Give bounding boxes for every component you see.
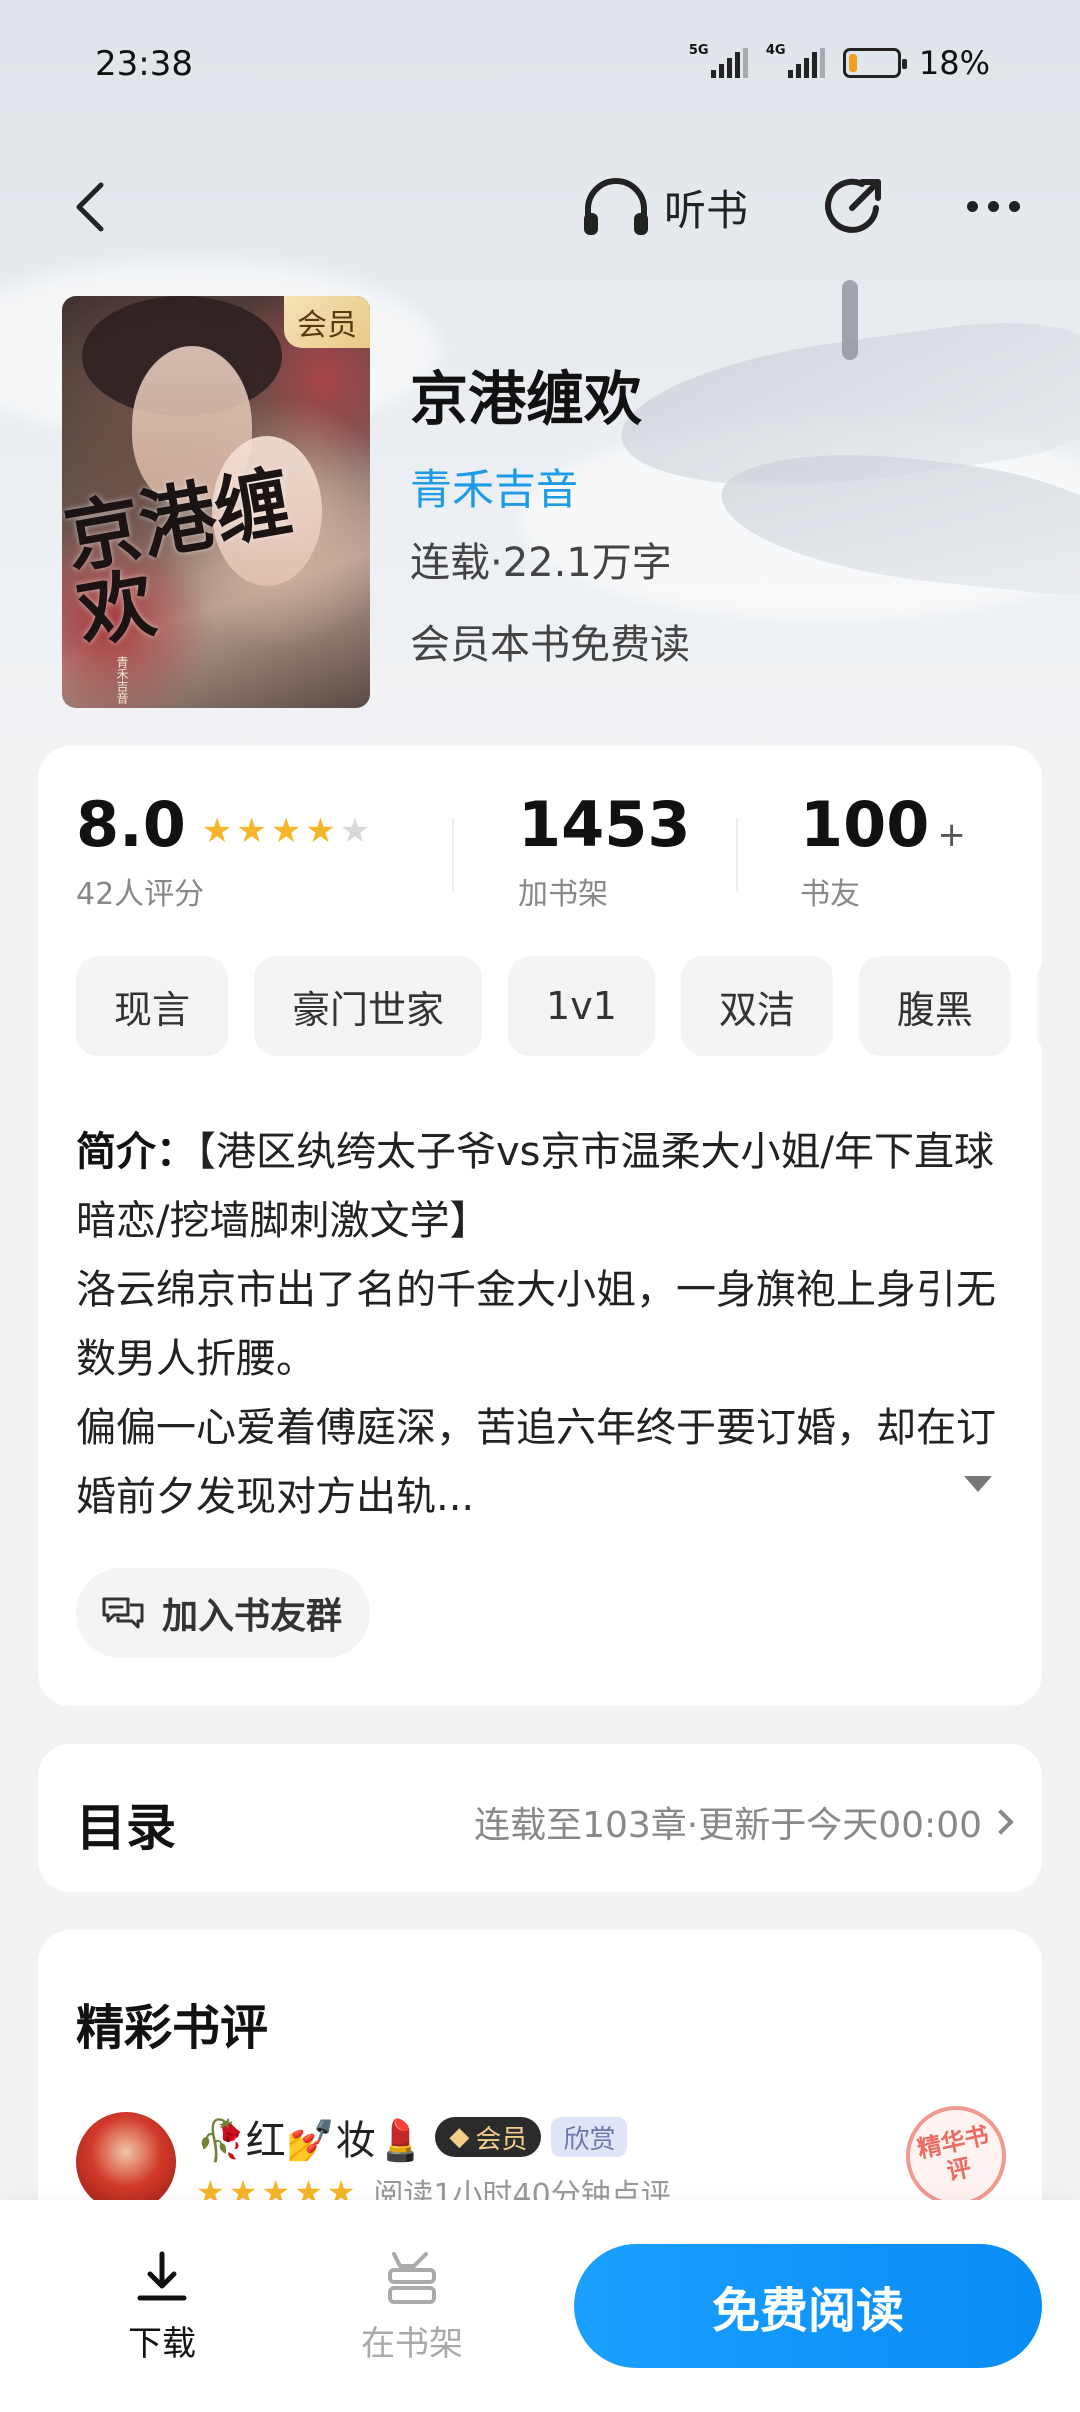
rating-value: 8.0	[76, 788, 186, 861]
tag-chip[interactable]: 现言	[76, 956, 229, 1056]
toc-info: 连载至103章·更新于今天00:00	[474, 1796, 1014, 1848]
review-level-badge: 欣赏	[551, 2117, 628, 2157]
listen-button[interactable]: 听书	[580, 172, 748, 242]
essence-review-stamp: 精华书评	[896, 2096, 1016, 2216]
chevron-right-icon	[988, 1809, 1014, 1835]
stats-row: 8.0 ★ ★ ★ ★ ★ 42人评分 1453 加书架 100 + 书友	[76, 788, 1016, 912]
review-vip-badge: ◆ 会员	[435, 2117, 542, 2157]
book-vip-note: 会员本书免费读	[410, 622, 690, 668]
tag-list: 现言 豪门世家 1v1 双洁 腹黑	[76, 956, 1042, 1056]
star-icon: ★	[339, 811, 371, 851]
review-user-name: 🥀红💅妆💄	[196, 2118, 426, 2164]
review-user[interactable]: 🥀红💅妆💄 ◆ 会员 欣赏	[196, 2108, 628, 2166]
battery-icon	[842, 48, 907, 78]
book-author-link[interactable]: 青禾吉音	[410, 456, 578, 517]
intro-label: 简介：	[76, 1129, 196, 1175]
chat-bubbles-icon	[102, 1597, 144, 1629]
book-info-card: 8.0 ★ ★ ★ ★ ★ 42人评分 1453 加书架 100 + 书友 现言 豪门世家…	[38, 746, 1042, 1706]
friends-label: 书友	[800, 877, 860, 912]
star-icon: ★	[270, 811, 302, 851]
crown-icon: ◆	[449, 2122, 470, 2152]
join-group-label: 加入书友群	[162, 1596, 343, 1637]
tag-chip[interactable]: 豪门世家	[254, 956, 483, 1056]
intro-text: 【港区纨绔太子爷vs京市温柔大小姐/年下直球暗恋/挖墙脚刺激文学】 洛云绵京市出…	[76, 1129, 996, 1520]
listen-label: 听书	[664, 185, 749, 235]
on-shelf-button[interactable]: 在书架	[332, 2248, 492, 2365]
download-label: 下载	[128, 2324, 196, 2364]
status-icons: 5G 4G 18%	[689, 44, 990, 83]
tag-chip[interactable]: 腹黑	[858, 956, 1011, 1056]
status-time: 23:38	[95, 44, 193, 84]
cover-title-art: 京港缠欢	[62, 456, 298, 659]
on-shelf-label: 在书架	[361, 2324, 463, 2364]
book-title: 京港缠欢	[410, 365, 643, 433]
more-button[interactable]	[955, 170, 1031, 242]
review-section-title: 精彩书评	[76, 2000, 269, 2056]
star-icon: ★	[201, 811, 233, 851]
divider	[736, 818, 738, 892]
free-read-button[interactable]: 免费阅读	[574, 2244, 1042, 2368]
bottom-action-bar: 下载 在书架 免费阅读	[0, 2200, 1080, 2412]
cover-author-art: 青禾吉音	[115, 656, 129, 704]
top-nav: 听书	[0, 160, 1080, 250]
toc-update-text: 连载至103章·更新于今天00:00	[474, 1805, 982, 1846]
signal-5g-icon: 5G	[689, 44, 748, 78]
chevron-left-icon	[76, 182, 104, 232]
status-bar: 23:38 5G 4G 18%	[0, 0, 1080, 130]
share-icon	[825, 178, 881, 233]
headphones-icon	[584, 178, 648, 235]
signal-4g-icon: 4G	[766, 44, 825, 78]
avatar[interactable]	[76, 2112, 176, 2212]
battery-percent: 18%	[918, 44, 990, 82]
back-button[interactable]	[60, 172, 120, 242]
tag-chip-partial[interactable]	[1036, 956, 1042, 1056]
friends-count: 100	[800, 788, 930, 861]
rating-stat[interactable]: 8.0 ★ ★ ★ ★ ★ 42人评分	[76, 788, 370, 913]
expand-intro-icon[interactable]	[964, 1476, 992, 1492]
tag-chip[interactable]: 双洁	[680, 956, 833, 1056]
standing-figure	[842, 280, 858, 360]
star-icon: ★	[236, 811, 267, 851]
star-icon: ★	[305, 811, 336, 851]
toc-card[interactable]: 目录 连载至103章·更新于今天00:00	[38, 1744, 1042, 1892]
bookshelf-icon	[388, 2252, 436, 2304]
shelf-label: 加书架	[518, 877, 608, 912]
more-icon	[966, 200, 978, 212]
divider	[452, 818, 454, 892]
friends-stat[interactable]: 100 + 书友	[800, 788, 966, 913]
download-button[interactable]: 下载	[82, 2248, 242, 2365]
rating-stars: ★ ★ ★ ★ ★	[202, 814, 370, 848]
share-button[interactable]	[818, 170, 890, 242]
toc-title: 目录	[76, 1799, 176, 1857]
friends-plus: +	[937, 815, 966, 855]
download-icon	[137, 2251, 187, 2301]
vip-tag: 会员	[284, 296, 370, 348]
join-group-button[interactable]: 加入书友群	[76, 1568, 371, 1658]
rating-label: 42人评分	[76, 877, 205, 912]
book-cover[interactable]: 京港缠欢 青禾吉音 会员	[62, 296, 370, 708]
book-intro[interactable]: 简介：【港区纨绔太子爷vs京市温柔大小姐/年下直球暗恋/挖墙脚刺激文学】 洛云绵…	[76, 1118, 1006, 1532]
tag-chip[interactable]: 1v1	[508, 956, 655, 1056]
shelf-stat: 1453 加书架	[518, 788, 691, 913]
shelf-count: 1453	[518, 788, 691, 861]
book-meta: 连载·22.1万字	[410, 540, 672, 586]
